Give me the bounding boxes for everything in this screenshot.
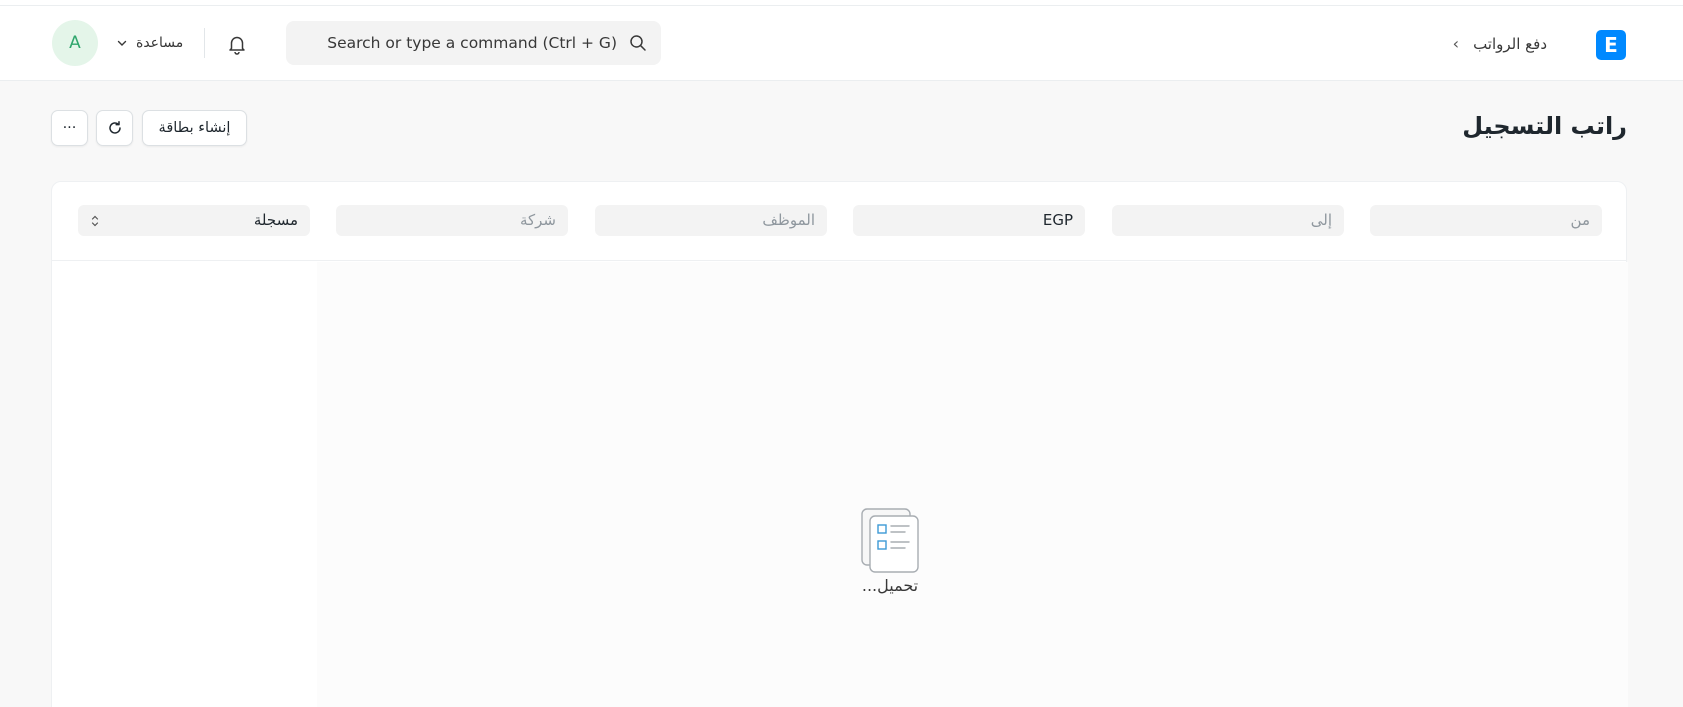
from-date-filter[interactable]: من	[1370, 205, 1602, 236]
status-value: مسجلة	[253, 211, 298, 229]
breadcrumb-payroll[interactable]: دفع الرواتب	[1473, 35, 1547, 53]
report-content: تحميل...	[52, 262, 1628, 707]
refresh-icon	[108, 121, 121, 134]
navbar-divider	[204, 28, 205, 58]
chevron-down-icon	[117, 40, 127, 46]
currency-filter[interactable]: EGP	[853, 205, 1085, 236]
loading-text: تحميل...	[861, 576, 919, 595]
more-actions-button[interactable]: ···	[51, 110, 88, 146]
help-label: مساعدة	[136, 35, 184, 51]
breadcrumb: دفع الرواتب ›	[1453, 34, 1547, 53]
filter-bar: من إلى EGP الموظف شركة مسجلة	[52, 182, 1626, 261]
status-select[interactable]: مسجلة	[78, 205, 310, 236]
select-arrows-icon	[91, 215, 99, 227]
notifications-bell-icon[interactable]	[225, 32, 249, 56]
search-bar[interactable]: Search or type a command (Ctrl + G)	[286, 21, 661, 65]
navbar: A مساعدة Search or type a command (Ctrl …	[0, 6, 1683, 81]
breadcrumb-separator: ›	[1452, 34, 1460, 53]
user-avatar[interactable]: A	[52, 20, 98, 66]
report-card: من إلى EGP الموظف شركة مسجلة تحميل...	[51, 181, 1628, 707]
report-content-area	[317, 262, 1628, 707]
search-placeholder: Search or type a command (Ctrl + G)	[327, 34, 617, 52]
list-document-icon	[861, 508, 919, 573]
to-date-filter[interactable]: إلى	[1112, 205, 1344, 236]
refresh-button[interactable]	[96, 110, 133, 146]
company-filter[interactable]: شركة	[336, 205, 568, 236]
new-card-button[interactable]: إنشاء بطاقة	[142, 110, 247, 146]
search-icon	[630, 35, 646, 51]
app-logo[interactable]: E	[1596, 30, 1626, 60]
help-dropdown[interactable]: مساعدة	[116, 32, 183, 54]
employee-filter[interactable]: الموظف	[595, 205, 827, 236]
loading-state: تحميل...	[828, 506, 952, 595]
page-title: راتب التسجيل	[1462, 112, 1627, 140]
